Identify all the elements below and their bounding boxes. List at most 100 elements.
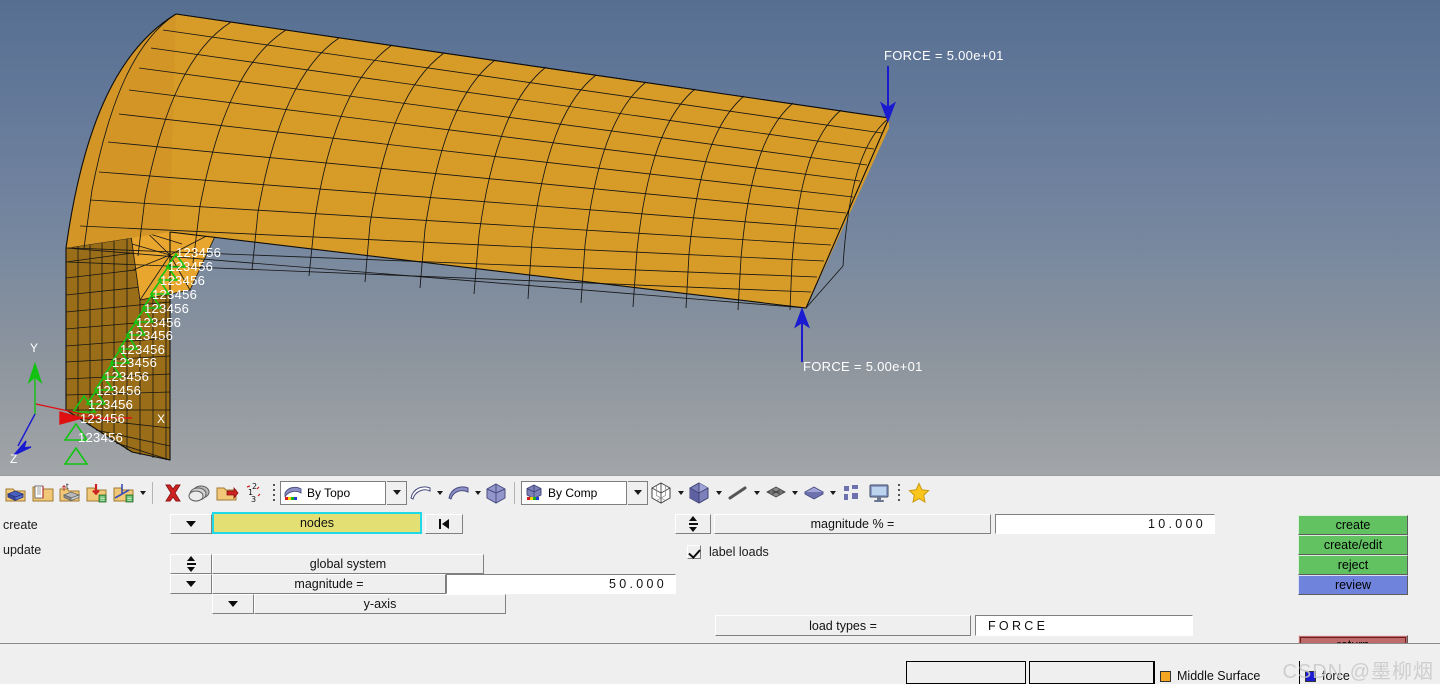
status-field-1[interactable] <box>906 661 1026 684</box>
legend-item-force[interactable]: force <box>1305 669 1350 683</box>
component-assign-icon[interactable] <box>83 479 110 507</box>
chevron-down-icon[interactable] <box>472 480 483 506</box>
topo-selector-dropdown[interactable] <box>387 480 407 505</box>
delete-icon[interactable] <box>159 479 186 507</box>
component-table-icon[interactable] <box>29 479 56 507</box>
magnitude-percent-label[interactable]: magnitude % = <box>714 514 991 534</box>
reset-selection-button[interactable] <box>425 514 463 534</box>
chevron-down-icon[interactable] <box>137 480 148 506</box>
line-display-icon[interactable] <box>724 479 751 507</box>
comp-icon <box>522 483 546 503</box>
create-button[interactable]: create <box>1298 515 1408 535</box>
topo-selector[interactable]: By Topo <box>280 480 386 505</box>
favorites-icon[interactable] <box>905 479 932 507</box>
up-triangle-icon <box>689 516 697 522</box>
down-triangle-icon <box>689 526 697 532</box>
label-loads-label: label loads <box>709 545 769 559</box>
load-types-field[interactable]: FORCE <box>975 615 1193 636</box>
constraint-label: 123456 <box>80 411 126 426</box>
surface-shade-icon[interactable] <box>407 479 434 507</box>
constraint-label: 123456 <box>160 273 206 288</box>
rewind-triangle-icon <box>442 519 450 529</box>
panel-mode-create[interactable]: create <box>3 518 38 532</box>
constraint-label: 123456 <box>112 355 158 370</box>
solid-cube-icon[interactable] <box>483 479 510 507</box>
surface-display-icon[interactable] <box>800 479 827 507</box>
constraint-label: 123456 <box>104 369 150 384</box>
mesh-display-icon[interactable] <box>762 479 789 507</box>
legend-label: Middle Surface <box>1177 669 1261 683</box>
panel-mode-update[interactable]: update <box>3 543 41 557</box>
chevron-down-icon[interactable] <box>713 480 724 506</box>
entity-selector-field[interactable]: nodes <box>212 512 422 534</box>
component-create-icon[interactable] <box>2 479 29 507</box>
model-graphics <box>13 13 897 465</box>
system-toggle-button[interactable] <box>170 554 212 574</box>
magnitude-value-field[interactable]: 50.000 <box>446 574 676 594</box>
chevron-down-icon[interactable] <box>789 480 800 506</box>
label-loads-checkbox[interactable] <box>687 545 701 559</box>
surface-solid-icon[interactable] <box>445 479 472 507</box>
3d-viewport[interactable]: 123456 123456 123456 123456 123456 12345… <box>0 0 1440 475</box>
component-thickness-icon[interactable]: t <box>56 479 83 507</box>
toolbar-grip[interactable] <box>270 481 277 505</box>
legend-item-middle-surface[interactable]: Middle Surface <box>1160 669 1260 683</box>
constraint-label: 123456 <box>176 245 222 260</box>
rewind-bar-icon <box>438 519 442 529</box>
constraint-label: 123456 <box>88 397 134 412</box>
chevron-down-icon[interactable] <box>434 480 445 506</box>
reject-button[interactable]: reject <box>1298 555 1408 575</box>
legend-label: force <box>1322 669 1350 683</box>
comp-selector[interactable]: By Comp <box>521 480 627 505</box>
create-edit-button[interactable]: create/edit <box>1298 535 1408 555</box>
mesh-top-flange <box>170 14 889 308</box>
legend-color-swatch <box>1305 670 1316 682</box>
monitor-icon[interactable] <box>865 479 892 507</box>
magnitude-percent-field[interactable]: 10.000 <box>995 514 1215 534</box>
svg-text:3: 3 <box>251 495 256 504</box>
global-system-field[interactable]: global system <box>212 554 484 574</box>
main-toolbar: t 2 1 3 By Topo By Comp <box>0 475 1440 509</box>
magnitude-percent-toggle[interactable] <box>675 514 711 534</box>
review-button[interactable]: review <box>1298 575 1408 595</box>
constraint-label: 123456 <box>78 430 124 445</box>
constraint-label: 123456 <box>96 383 142 398</box>
chevron-down-icon[interactable] <box>675 480 686 506</box>
mask-icon[interactable] <box>186 479 213 507</box>
x-axis-label: X <box>157 412 166 426</box>
direction-dropdown[interactable] <box>212 594 254 614</box>
toolbar-separator <box>152 481 155 504</box>
status-bar: Middle Surface force <box>0 643 1440 684</box>
load-types-label[interactable]: load types = <box>715 615 971 636</box>
tile-windows-icon[interactable] <box>838 479 865 507</box>
chevron-down-icon[interactable] <box>827 480 838 506</box>
shaded-cube-icon[interactable] <box>686 479 713 507</box>
chevron-down-icon[interactable] <box>751 480 762 506</box>
comp-selector-label: By Comp <box>548 485 598 500</box>
status-divider <box>1154 661 1155 684</box>
numbers-icon[interactable]: 2 1 3 <box>240 479 267 507</box>
magnitude-dropdown[interactable] <box>170 574 212 594</box>
comp-selector-dropdown[interactable] <box>628 480 648 505</box>
force-label-bottom: FORCE = 5.00e+01 <box>803 359 923 374</box>
magnitude-label[interactable]: magnitude = <box>212 574 446 594</box>
toolbar-grip[interactable] <box>895 481 902 505</box>
legend-color-swatch <box>1160 670 1171 682</box>
down-triangle-icon <box>187 566 195 572</box>
svg-text:t: t <box>66 482 69 490</box>
topo-selector-label: By Topo <box>307 485 351 500</box>
label-loads-row[interactable]: label loads <box>687 545 769 559</box>
direction-field[interactable]: y-axis <box>254 594 506 614</box>
find-icon[interactable] <box>213 479 240 507</box>
wireframe-cube-icon[interactable] <box>648 479 675 507</box>
constraint-label: 123456 <box>152 287 198 302</box>
force-label-top: FORCE = 5.00e+01 <box>884 48 1004 63</box>
constraint-label: 123456 <box>128 328 174 343</box>
z-axis-arrow <box>13 413 36 456</box>
component-systems-icon[interactable] <box>110 479 137 507</box>
y-axis-arrow <box>27 361 43 414</box>
entity-type-dropdown[interactable] <box>170 514 212 534</box>
z-axis-label: Z <box>10 452 18 466</box>
constraint-label: 123456 <box>168 259 214 274</box>
status-field-2[interactable] <box>1029 661 1154 684</box>
